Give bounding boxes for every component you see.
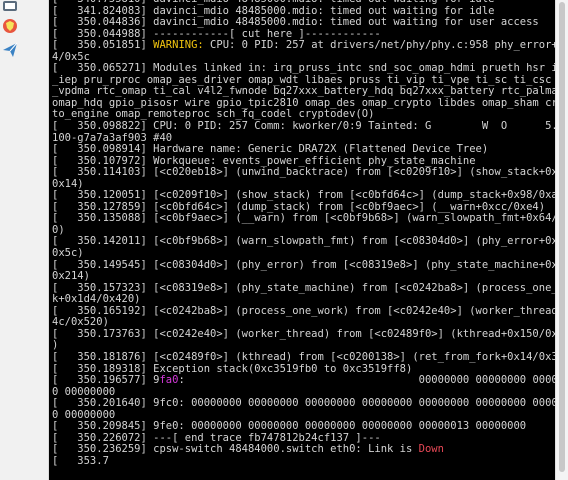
app-window: [ 340.755810] davinci_mdio 48485000.mdio… (0, 0, 568, 480)
log-text: 0x5c) (52, 247, 84, 260)
log-text: k+0x1d4/0x420) (52, 293, 141, 306)
log-line: [ 350.114103] [<c020eb18>] (unwind_backt… (52, 166, 555, 179)
log-text: [ 350.065271] Modules linked in: irq_pru… (52, 62, 555, 75)
log-text: [ 350.098914] Hardware name: Generic DRA… (52, 143, 489, 156)
log-line: [ 350.201640] 9fc0: 00000000 00000000 00… (52, 397, 555, 410)
log-text: [ 350.173763] [<c0242e40>] (worker_threa… (52, 327, 555, 340)
log-text: 4c/0x520) (52, 316, 109, 329)
log-text: [ 350.098822] CPU: 0 PID: 257 Comm: kwor… (52, 120, 555, 133)
shield-icon[interactable] (2, 18, 18, 34)
log-text: Down (418, 443, 444, 456)
log-line: [ 350.142011] [<c0bf9b68>] (warn_slowpat… (52, 235, 555, 248)
log-line: [ 353.7 (52, 454, 554, 468)
log-text: 4/0x5c (52, 50, 90, 63)
send-icon[interactable] (2, 42, 18, 58)
log-line: [ 350.051851] WARNING: CPU: 0 PID: 257 a… (52, 39, 555, 52)
log-text: [ 350.044836] davinci_mdio 48485000.mdio… (52, 16, 539, 29)
log-text: [ 350.196577] 9 (52, 374, 160, 387)
log-text: 0 00000000 (52, 385, 116, 398)
log-text: [ 350.226072] ---[ end trace fb747812b24… (52, 431, 381, 444)
log-text: [ 350.201640] 9fc0: 00000000 00000000 00… (52, 397, 555, 410)
log-text: 0x214) (52, 270, 90, 283)
log-text: : 00000000 00000000 00000000 (178, 374, 555, 387)
log-text: [ 350.236259] cpsw-switch 48484000.switc… (52, 443, 419, 456)
log-text: 0x14) (52, 177, 84, 190)
log-text: [ 350.051851] (52, 39, 154, 52)
log-line: [ 350.173763] [<c0242e40>] (worker_threa… (52, 327, 555, 341)
log-text: [ 350.135088] [<c0bf9aec>] (__warn) from… (52, 212, 555, 225)
terminal-icon[interactable] (2, 0, 18, 16)
log-text: [ 350.149545] [<c08304d0>] (phy_error) f… (52, 258, 555, 271)
log-text: fa0 (159, 374, 179, 387)
log-text: CPU: 0 PID: 257 at drivers/net/phy/phy.c… (203, 39, 555, 52)
log-line: [ 350.149545] [<c08304d0>] (phy_error) f… (52, 258, 555, 272)
kernel-log: [ 340.755810] davinci_mdio 48485000.mdio… (52, 0, 555, 468)
log-line: [ 350.196577] 9fa0: 00000000 00000000 00… (52, 374, 555, 387)
log-line: [ 350.165192] [<c0242ba8>] (process_one_… (52, 304, 555, 318)
log-text: [ 350.142011] [<c0bf9b68>] (warn_slowpat… (52, 235, 555, 248)
log-text: [ 350.181876] [<c02489f0>] (kthread) fro… (52, 350, 555, 363)
log-line: [ 350.135088] [<c0bf9aec>] (__warn) from… (52, 212, 555, 225)
log-text: [ 350.120051] [<c0209f10>] (show_stack) … (52, 189, 555, 202)
app-dock (0, 0, 49, 480)
terminal-output[interactable]: [ 340.755810] davinci_mdio 48485000.mdio… (49, 0, 555, 480)
terminal-scrollbar[interactable] (555, 0, 568, 480)
log-text: [ 350.189318] Exception stack(0xc3519fb0… (52, 362, 413, 375)
log-text: omap_hdq gpio_pisosr wire gpio_tpic2810 … (52, 96, 555, 109)
log-text: [ 350.107972] Workqueue: events_power_ef… (52, 154, 476, 167)
log-text: [ 350.044988] ------------[ cut here ]--… (52, 27, 381, 40)
log-text: 0 00000000 (52, 408, 116, 421)
scrollbar-thumb[interactable] (559, 2, 565, 472)
log-line: [ 350.236259] cpsw-switch 48484000.switc… (52, 444, 554, 456)
log-text: [ 350.127859] [<c0bfd64c>] (dump_stack) … (52, 200, 546, 213)
log-text: [ 353.7 (52, 454, 109, 467)
log-text: [ 350.157323] [<c08319e8>] (phy_state_ma… (52, 281, 555, 294)
log-text: [ 341.824083] davinci_mdio 48485000.mdio… (52, 4, 495, 17)
log-text: 100-g7a7a3af903 #40 (52, 131, 173, 144)
log-text: ) (52, 339, 59, 352)
log-text: [ 350.114103] [<c020eb18>] (unwind_backt… (52, 166, 555, 179)
log-text: _vpdma rtc_omap ti_cal v4l2_fwnode bq27x… (52, 85, 555, 98)
log-text: [ 350.165192] [<c0242ba8>] (process_one_… (52, 304, 555, 317)
log-text: WARNING: (153, 39, 204, 52)
log-text: _iep pru_rproc omap_aes_driver omap_wdt … (52, 73, 555, 86)
log-text: [ 350.209845] 9fe0: 00000000 00000000 00… (52, 420, 527, 433)
log-text: to_engine omap_remoteproc sch_fq_codel c… (52, 108, 375, 121)
log-text: 0) (52, 223, 65, 236)
